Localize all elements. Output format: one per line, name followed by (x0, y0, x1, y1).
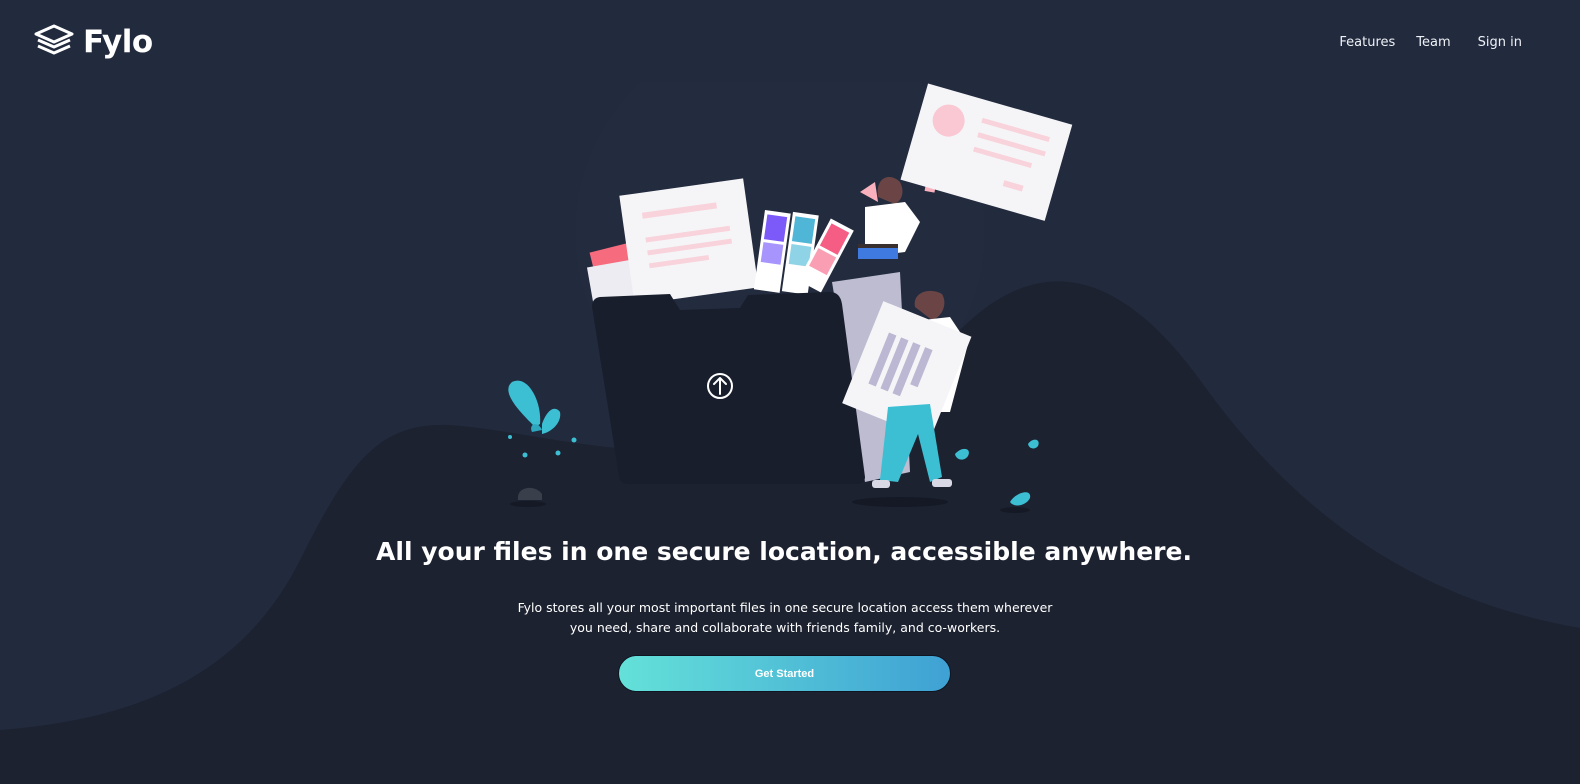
brand-name: Fylo (83, 24, 153, 60)
layers-icon (33, 23, 75, 61)
nav-link-features[interactable]: Features (1339, 35, 1395, 50)
hero-title: All your files in one secure location, a… (376, 537, 1192, 566)
hero-description: Fylo stores all your most important file… (517, 600, 1053, 635)
nav-link-team[interactable]: Team (1416, 35, 1450, 50)
nav-link-signin[interactable]: Sign in (1478, 35, 1522, 50)
get-started-button[interactable]: Get Started (618, 655, 951, 692)
landing-page: Fylo Features Team Sign in All your file… (0, 0, 1580, 784)
site-header: Fylo Features Team Sign in (0, 0, 1580, 90)
hero-illustration (508, 82, 1073, 513)
main-nav: Features Team Sign in (1339, 35, 1522, 50)
brand-logo[interactable]: Fylo (33, 22, 153, 62)
